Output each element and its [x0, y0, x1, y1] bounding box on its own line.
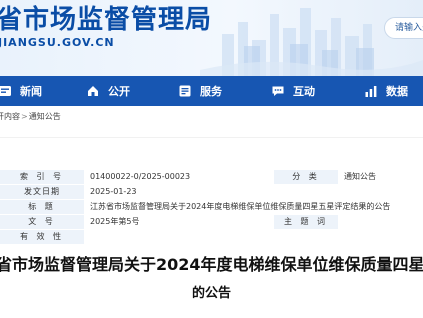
nav-item-service[interactable]: 服务: [178, 76, 222, 106]
meta-label-index: 索 引 号: [0, 170, 84, 185]
interaction-icon: [271, 84, 285, 98]
main-nav: 新闻 公开 服务 互动 数据: [0, 76, 423, 106]
meta-value-title: 江苏省市场监督管理局关于2024年度电梯维保单位维保质量四星五星评定结果的公告: [84, 199, 423, 215]
meta-value-docno: 2025年第5号: [84, 214, 274, 230]
breadcrumb-item[interactable]: 开内容: [0, 112, 20, 121]
meta-label-keywords: 主 题 词: [274, 214, 338, 230]
nav-label: 数据: [386, 85, 408, 98]
site-domain: JIANGSU.GOV.CN: [0, 36, 115, 49]
nav-label: 新闻: [20, 85, 42, 98]
nav-label: 互动: [293, 85, 315, 98]
meta-value-keywords: [338, 214, 423, 230]
meta-value-index: 01400022-0/2025-00023: [84, 170, 274, 185]
breadcrumb-separator: >: [21, 112, 28, 121]
site-title: 省市场监督管理局: [0, 5, 213, 35]
service-icon: [178, 84, 192, 98]
meta-value-date: 2025-01-23: [84, 184, 423, 200]
news-icon: [0, 84, 12, 98]
open-info-icon: [86, 84, 100, 98]
meta-label-category: 分 类: [274, 170, 338, 185]
meta-row-validity: 有 效 性: [0, 229, 423, 245]
nav-item-data[interactable]: 数据: [364, 76, 408, 106]
meta-row-title: 标 题 江苏省市场监督管理局关于2024年度电梯维保单位维保质量四星五星评定结果…: [0, 199, 423, 215]
nav-item-open[interactable]: 公开: [86, 76, 130, 106]
meta-value-validity: [84, 229, 423, 245]
document-meta-table: 索 引 号 01400022-0/2025-00023 分 类 通知公告 发文日…: [0, 170, 423, 245]
article-title-line-2: 的公告: [191, 286, 231, 301]
meta-row-docno: 文 号 2025年第5号 主 题 词: [0, 214, 423, 230]
breadcrumb-item[interactable]: 通知公告: [29, 112, 61, 121]
meta-value-category: 通知公告: [338, 170, 423, 185]
meta-label-date: 发文日期: [0, 184, 84, 200]
article-title-line-1: 省市场监督管理局关于2024年度电梯维保单位维保质量四星五星评定结: [0, 255, 423, 274]
meta-label-docno: 文 号: [0, 214, 84, 230]
meta-row-date: 发文日期 2025-01-23: [0, 184, 423, 200]
meta-label-title: 标 题: [0, 199, 84, 215]
nav-label: 公开: [108, 85, 130, 98]
header-banner: 省市场监督管理局 JIANGSU.GOV.CN 请输入关键词: [0, 0, 423, 76]
divider: [0, 137, 423, 138]
data-icon: [364, 84, 378, 98]
search-box[interactable]: 请输入关键词: [384, 17, 423, 39]
meta-label-validity: 有 效 性: [0, 229, 84, 245]
nav-label: 服务: [200, 85, 222, 98]
page: 省市场监督管理局 JIANGSU.GOV.CN 请输入关键词 新闻 公开 服务: [0, 0, 423, 318]
meta-row-index: 索 引 号 01400022-0/2025-00023 分 类 通知公告: [0, 170, 423, 185]
nav-item-interaction[interactable]: 互动: [271, 76, 315, 106]
breadcrumb: 开内容>通知公告: [0, 111, 61, 123]
nav-item-news[interactable]: 新闻: [0, 76, 42, 106]
